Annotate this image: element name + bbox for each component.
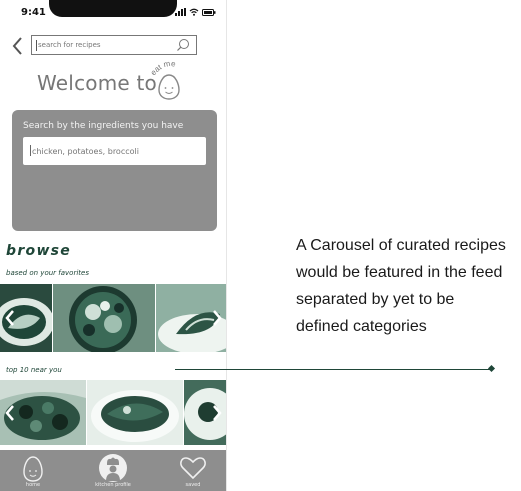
ingredient-search-title: Search by the ingredients you have	[23, 121, 184, 131]
signal-icon	[175, 8, 186, 16]
browse-heading: browse	[6, 243, 72, 259]
section-label-favorites: based on your favorites	[6, 269, 89, 277]
ingredient-input[interactable]	[23, 137, 206, 165]
carousel-favorites[interactable]	[0, 284, 226, 352]
annotation-connector-dot	[487, 364, 496, 373]
tab-label: kitchen profile	[95, 482, 131, 488]
search-bar[interactable]	[31, 35, 197, 55]
tab-kitchen-profile[interactable]: kitchen profile	[83, 450, 143, 491]
ingredient-search-card: Search by the ingredients you have	[12, 110, 217, 231]
annotation-connector-line	[175, 369, 491, 370]
carousel-next-icon[interactable]	[210, 308, 224, 328]
recipe-card[interactable]	[87, 380, 183, 445]
wifi-icon	[189, 8, 199, 16]
phone-screen: 9:41 Welcome to	[0, 0, 227, 491]
tab-label: saved	[185, 482, 201, 488]
bottom-tab-bar: home kitchen profile saved	[0, 450, 226, 491]
welcome-heading: Welcome to	[37, 71, 157, 95]
recipe-photo	[53, 284, 155, 352]
status-icons	[175, 8, 216, 16]
device-notch	[49, 0, 177, 17]
chef-icon	[99, 454, 127, 482]
carousel-next-icon[interactable]	[210, 403, 224, 423]
text-caret	[30, 145, 31, 156]
tab-saved[interactable]: saved	[168, 450, 218, 491]
section-label-top10: top 10 near you	[6, 366, 62, 374]
search-input[interactable]	[38, 38, 168, 52]
tab-label: home	[25, 482, 41, 488]
svg-text:eat me: eat me	[149, 59, 177, 77]
back-arrow-icon[interactable]	[10, 36, 26, 56]
battery-icon	[202, 9, 216, 16]
annotation-note: A Carousel of curated recipes would be f…	[296, 237, 506, 335]
text-caret	[36, 40, 37, 51]
recipe-photo	[87, 380, 183, 445]
recipe-card[interactable]	[53, 284, 155, 352]
carousel-prev-icon[interactable]	[3, 308, 17, 328]
carousel-prev-icon[interactable]	[3, 403, 17, 423]
heart-icon	[180, 457, 206, 480]
carousel-top10[interactable]	[0, 380, 226, 445]
tab-home[interactable]: home	[8, 450, 58, 491]
egg-icon	[23, 456, 43, 482]
search-icon[interactable]	[176, 38, 190, 52]
eat-me-logo: eat me	[149, 59, 180, 100]
status-bar: 9:41	[0, 0, 226, 26]
status-time: 9:41	[21, 7, 46, 18]
